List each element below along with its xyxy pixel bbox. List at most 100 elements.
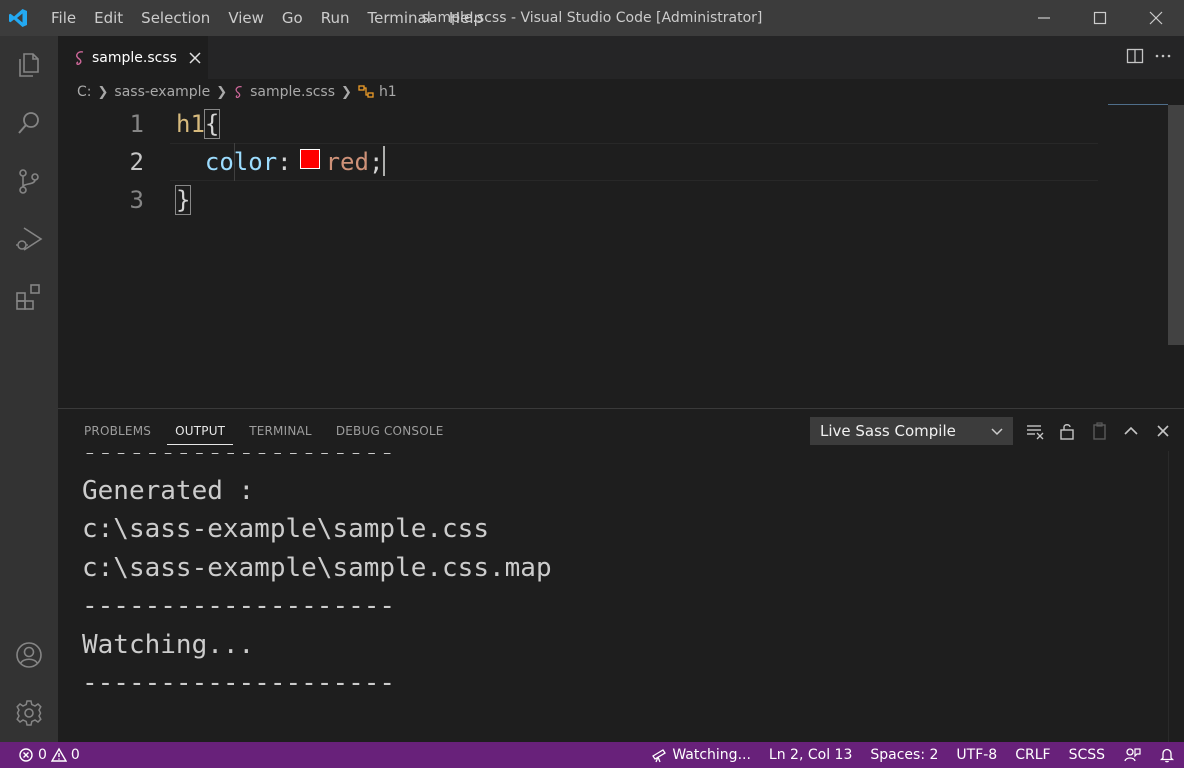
sass-file-icon [76,50,84,65]
tab-debug-console[interactable]: DEBUG CONSOLE [324,409,456,451]
warning-count: 0 [70,747,80,763]
status-problems[interactable]: 0 0 [0,747,80,763]
chevron-right-icon: ❯ [97,84,109,100]
error-count: 0 [38,747,47,763]
menu-go[interactable]: Go [273,0,312,36]
status-cursor-position[interactable]: Ln 2, Col 13 [760,742,861,768]
output-line: Generated : [82,475,255,506]
status-right: Watching... Ln 2, Col 13 Spaces: 2 UTF-8… [642,742,1184,768]
activity-bar [0,36,58,742]
tab-sample-scss[interactable]: sample.scss [58,36,208,79]
error-icon [19,748,33,762]
minimize-button[interactable] [1016,0,1072,36]
output-line: -------------------- [82,668,396,698]
breadcrumb-symbol[interactable]: h1 [358,84,397,100]
source-control-icon[interactable] [0,152,58,210]
sass-file-icon [235,86,242,99]
split-editor-icon[interactable] [1126,47,1144,69]
line-number: 2 [129,148,144,176]
status-indentation[interactable]: Spaces: 2 [861,742,947,768]
line-number: 3 [129,186,144,214]
breadcrumb-symbol-label: h1 [378,84,397,100]
editor-tab-bar: sample.scss [58,36,1184,79]
tab-close-button[interactable] [189,51,201,64]
breadcrumb-folder[interactable]: sass-example [114,84,210,100]
feedback-icon[interactable] [1114,742,1150,768]
token-property: color [204,148,278,176]
close-panel-icon[interactable] [1152,420,1174,442]
menu-terminal[interactable]: Terminal [359,0,440,36]
line-content: } [174,181,192,219]
status-live-sass[interactable]: Watching... [642,742,760,768]
tab-problems[interactable]: PROBLEMS [72,409,163,451]
extensions-icon[interactable] [0,268,58,326]
tab-terminal[interactable]: TERMINAL [237,409,324,451]
panel-tabs: PROBLEMS OUTPUT TERMINAL DEBUG CONSOLE [72,409,456,451]
maximize-panel-icon[interactable] [1120,420,1142,442]
menu-selection[interactable]: Selection [132,0,219,36]
close-icon [189,51,201,64]
menu-edit[interactable]: Edit [85,0,132,36]
tab-output[interactable]: OUTPUT [163,409,237,451]
color-swatch[interactable] [299,149,320,169]
menu-bar: File Edit Selection View Go Run Terminal… [42,0,492,36]
status-language[interactable]: SCSS [1060,742,1114,768]
run-debug-icon[interactable] [0,210,58,268]
symbol-class-icon [358,85,374,98]
clear-output-icon[interactable] [1024,420,1046,442]
output-line: c:\sass-example\sample.css [82,514,489,544]
close-icon [1149,11,1163,25]
panel-scrollbar[interactable] [1168,451,1184,743]
maximize-icon [1093,11,1107,25]
more-actions-icon[interactable] [1154,47,1172,69]
search-icon[interactable] [0,94,58,152]
code-line: 3 } [58,181,1168,219]
panel-actions [1024,417,1174,445]
status-encoding[interactable]: UTF-8 [947,742,1006,768]
output-channel-select[interactable]: Live Sass Compile [810,417,1013,445]
maximize-button[interactable] [1072,0,1128,36]
chevron-down-icon [989,423,1005,443]
breadcrumb-file[interactable]: sample.scss [233,84,335,100]
breadcrumb-file-label: sample.scss [250,84,336,100]
line-content: color: red; [176,143,386,181]
status-eol[interactable]: CRLF [1006,742,1059,768]
status-bar: 0 0 Watching... Ln 2, Col 13 Spaces: 2 U… [0,742,1184,768]
output-line: Watching... [82,629,255,660]
notifications-bell-icon[interactable] [1150,742,1184,768]
token-semicolon: ; [368,148,384,176]
minimap-indicator [1108,104,1168,105]
open-log-icon[interactable] [1088,420,1110,442]
title-bar: File Edit Selection View Go Run Terminal… [0,0,1184,36]
close-window-button[interactable] [1128,0,1184,36]
window-controls [1016,0,1184,36]
minimize-icon [1038,17,1050,19]
token-close-brace: } [174,185,192,215]
token-selector: h1 [176,110,205,138]
explorer-icon[interactable] [0,36,58,94]
menu-view[interactable]: View [219,0,273,36]
output-channel-label: Live Sass Compile [820,422,956,440]
telescope-icon [652,749,667,763]
account-icon[interactable] [0,626,58,684]
warning-icon [50,747,67,762]
output-line: -------------------- [82,591,396,621]
tab-label: sample.scss [92,49,177,66]
settings-gear-icon[interactable] [0,684,58,742]
text-cursor [383,146,386,176]
code-editor[interactable]: 1 h1{ 2 color: red; 3 } [58,105,1168,408]
line-content: h1{ [176,105,221,143]
output-view[interactable]: -------------------- Generated : c:\sass… [82,453,1162,743]
status-watching: Watching... [672,747,751,763]
code-line-current: 2 color: red; [58,143,1168,181]
indent-guide [234,143,235,181]
output-line: c:\sass-example\sample.css.map [82,552,552,583]
lock-scroll-icon[interactable] [1056,420,1078,442]
token-open-brace: { [203,109,221,139]
output-line: -------------------- [82,453,1162,472]
menu-run[interactable]: Run [312,0,359,36]
editor-scrollbar[interactable] [1168,105,1184,345]
menu-file[interactable]: File [42,0,85,36]
breadcrumb-drive[interactable]: C: [77,84,92,100]
menu-help[interactable]: Help [440,0,492,36]
